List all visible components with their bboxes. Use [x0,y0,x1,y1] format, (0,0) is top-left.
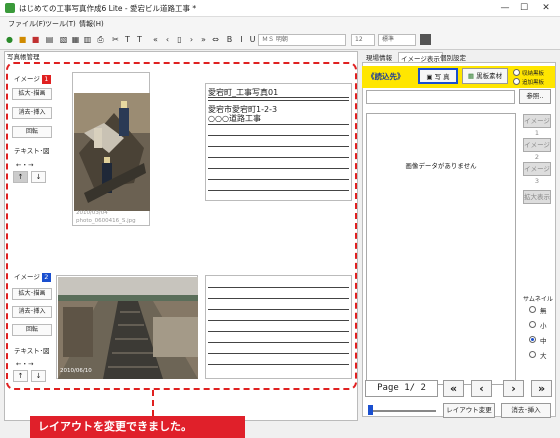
zoom-view-button[interactable]: 拡大表示 [523,190,551,204]
window-title: はじめての工事写真作成6 Lite - 愛宕ビル道路工事 * [19,4,197,13]
source-path-input[interactable] [366,90,515,104]
prev-icon[interactable]: ‹ [162,34,173,45]
thumb-medium-radio[interactable] [529,336,536,343]
callout-connector [152,390,154,416]
thumb-small-label: 小 [540,322,547,330]
first-page-icon[interactable]: « [150,34,161,45]
page-icon[interactable]: ▥ [82,34,93,45]
toolbar: ● ■ ■ ▤ ▧ ▦ ▥ ⎙ ✂ T T « ‹ ▯ › » ⇔ B I U … [0,30,560,50]
zoom-slider-track[interactable] [368,410,436,412]
color-icon[interactable]: ■ [420,34,431,45]
save-icon[interactable]: ■ [30,34,41,45]
zoom-slider-handle[interactable] [368,405,373,415]
bold-icon[interactable]: B [224,34,235,45]
first-page-button[interactable]: « [443,380,464,397]
title-bar: はじめての工事写真作成6 Lite - 愛宕ビル道路工事 * — ☐ ✕ [0,0,560,17]
font-icon[interactable]: T [134,34,145,45]
tab-site-info[interactable]: 現場情報 [366,52,392,62]
no-image-message: 画像データがありません [405,162,477,170]
board-material-label: 黒板素材 [476,72,503,80]
read-source-label: 《読込先》 [367,72,405,81]
stored-board-label: 収納黒板 [522,71,545,77]
image-3-button[interactable]: イメージ3 [523,162,551,185]
copy-icon[interactable]: ▤ [44,34,55,45]
thumb-none-radio[interactable] [529,306,536,313]
photo-source-label: 写 真 [434,73,450,81]
next-page-button[interactable]: › [503,380,524,397]
prev-page-button[interactable]: ‹ [471,380,492,397]
tab-individual-settings[interactable]: 個別設定 [440,52,466,62]
thumbnail-label: サムネイル [523,296,553,303]
print-preview-icon[interactable]: ▧ [58,34,69,45]
menu-bar: ファイル(F) ツール(T) 情報(H) [0,17,560,30]
menu-tools[interactable]: ツール(T) [45,19,76,29]
close-button[interactable]: ✕ [538,1,554,15]
thumb-medium-label: 中 [540,337,547,345]
page-indicator: Page 1/ 2 [365,380,438,397]
font-name-select[interactable]: ＭＳ 明朝 [258,34,346,46]
menu-info[interactable]: 情報(H) [79,19,104,29]
app-icon [5,3,15,13]
photo-source-button[interactable]: ▣ 写 真 [418,68,458,84]
tools-icon[interactable]: ✂ [110,34,121,45]
preview-icon[interactable]: ▦ [70,34,81,45]
italic-icon[interactable]: I [236,34,247,45]
image-2-button[interactable]: イメージ2 [523,138,551,161]
maximize-button[interactable]: ☐ [516,1,532,15]
added-board-label: 追加黒板 [522,80,545,86]
thumb-large-radio[interactable] [529,351,536,358]
thumb-none-label: 無 [540,307,547,315]
radio-stored-board[interactable] [513,69,520,76]
menu-file[interactable]: ファイル(F) [8,19,46,29]
fit-width-icon[interactable]: ⇔ [210,34,221,45]
style-select[interactable]: 標準 [378,34,416,46]
browse-button[interactable]: 参照.. [519,89,551,104]
last-page-button[interactable]: » [531,380,552,397]
radio-added-board[interactable] [513,78,520,85]
image-1-button[interactable]: イメージ1 [523,114,551,137]
text-icon[interactable]: T [122,34,133,45]
last-page-icon[interactable]: » [198,34,209,45]
erase-insert-button-bottom[interactable]: 消去･挿入 [501,403,551,418]
underline-icon[interactable]: U [247,34,258,45]
new-icon[interactable]: ● [4,34,15,45]
print-icon[interactable]: ⎙ [95,34,106,45]
layout-change-button[interactable]: レイアウト変更 [443,403,495,418]
board-material-button[interactable]: ▦ 黒板素材 [462,68,508,84]
open-icon[interactable]: ■ [17,34,28,45]
minimize-button[interactable]: — [497,1,513,15]
panel-title: 写真帳管理 [7,53,40,61]
image-preview-area: 画像データがありません [366,113,516,385]
next-icon[interactable]: › [186,34,197,45]
font-size-select[interactable]: 12 [351,34,375,46]
thumb-small-radio[interactable] [529,321,536,328]
page-view-icon[interactable]: ▯ [174,34,185,45]
thumb-large-label: 大 [540,352,547,360]
layout-highlight [6,62,357,390]
photo-icon: ▣ [426,73,433,81]
layout-changed-callout: レイアウトを変更できました。 [30,416,245,438]
board-icon: ▦ [467,72,475,80]
